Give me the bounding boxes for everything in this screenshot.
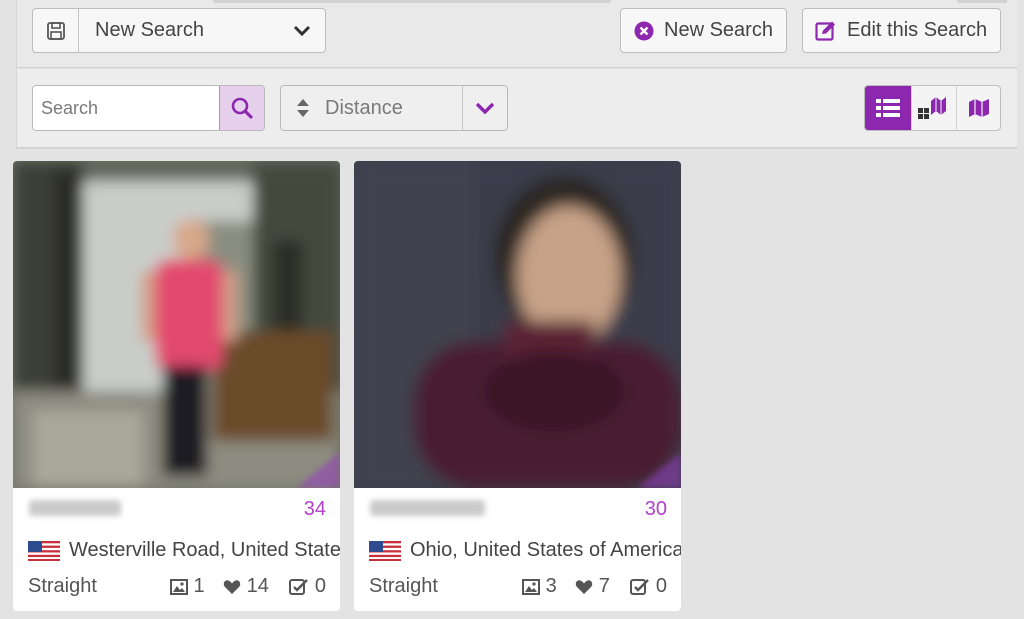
profile-location: Ohio, United States of America: [369, 539, 681, 562]
chevron-down-icon[interactable]: [462, 86, 507, 130]
grid-map-view-button[interactable]: [910, 86, 957, 130]
chevron-down-icon[interactable]: [279, 25, 325, 37]
search-input[interactable]: [33, 86, 219, 130]
magnifier-icon: [231, 97, 253, 119]
check-square-icon: [629, 578, 649, 595]
saved-search-select[interactable]: New Search: [32, 8, 326, 53]
heart-icon: [575, 579, 592, 594]
profile-age: 34: [303, 498, 326, 520]
profile-card[interactable]: 30 Ohio, United States of America Straig…: [354, 161, 681, 611]
profile-card[interactable]: 34 Westerville Road, United States Strai…: [13, 161, 340, 611]
check-count: 0: [629, 575, 667, 598]
search-button[interactable]: [219, 86, 264, 130]
list-view-button[interactable]: [865, 86, 911, 130]
profile-location: Westerville Road, United States: [28, 539, 340, 562]
profile-photo[interactable]: [354, 161, 681, 488]
close-circle-icon: [634, 21, 654, 40]
floppy-disk-icon[interactable]: [33, 9, 79, 52]
sort-select[interactable]: Distance: [280, 85, 508, 131]
view-switcher: [864, 85, 1001, 131]
profile-orientation: Straight: [28, 575, 97, 597]
new-search-button[interactable]: New Search: [620, 8, 787, 53]
grid-map-icon: [917, 97, 946, 119]
check-count: 0: [288, 575, 326, 598]
profile-age: 30: [644, 498, 667, 520]
photo-count: 3: [521, 575, 557, 598]
username-blurred: [370, 500, 485, 516]
sort-label: Distance: [325, 96, 403, 119]
image-icon: [521, 578, 540, 595]
list-icon: [875, 99, 900, 117]
us-flag-icon: [28, 540, 60, 561]
edit-square-icon: [815, 21, 835, 41]
image-icon: [169, 578, 188, 595]
heart-icon: [223, 579, 240, 594]
location-text: Westerville Road, United States: [69, 539, 340, 561]
search-box: [32, 85, 265, 131]
profile-orientation: Straight: [369, 575, 438, 597]
profile-photo[interactable]: [13, 161, 340, 488]
sort-icon: [281, 98, 325, 118]
edit-search-button[interactable]: Edit this Search: [802, 8, 1001, 53]
profile-stats: 3 7 0: [521, 575, 667, 598]
location-text: Ohio, United States of America: [410, 539, 681, 561]
username-blurred: [29, 500, 121, 516]
like-count: 7: [575, 575, 610, 598]
profile-stats: 1 14 0: [169, 575, 326, 598]
check-square-icon: [288, 578, 308, 595]
new-search-label: New Search: [664, 19, 773, 41]
edit-search-label: Edit this Search: [847, 19, 988, 41]
map-icon: [968, 99, 989, 117]
map-view-button[interactable]: [956, 86, 1000, 130]
us-flag-icon: [369, 540, 401, 561]
photo-count: 1: [169, 575, 205, 598]
saved-search-label: New Search: [95, 19, 204, 41]
like-count: 14: [223, 575, 269, 598]
